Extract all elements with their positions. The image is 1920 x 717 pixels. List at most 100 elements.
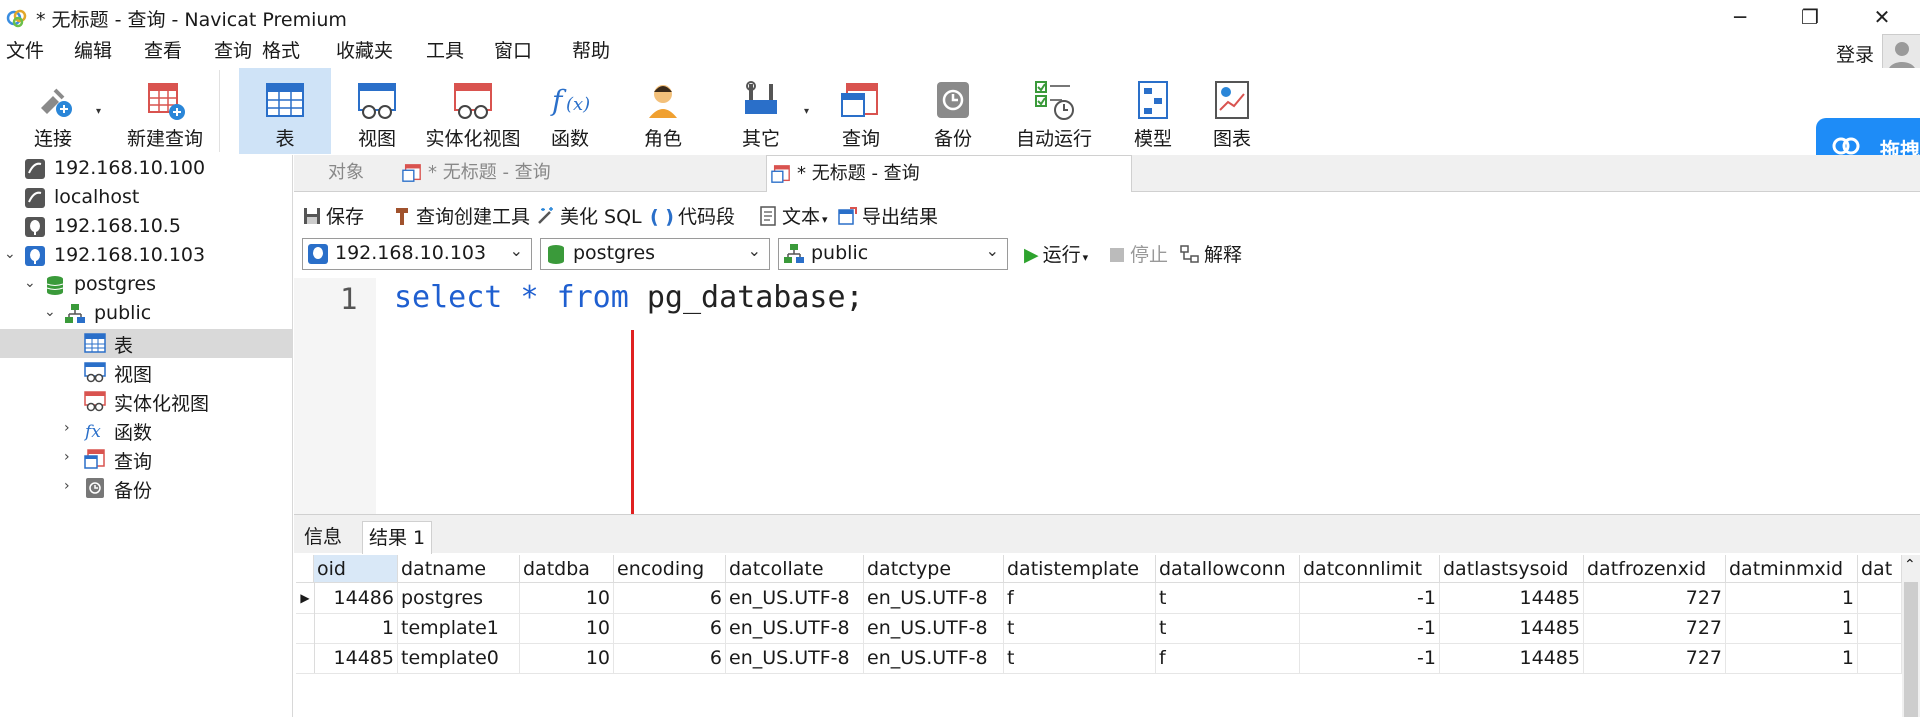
tab-result-1[interactable]: 结果 1 bbox=[362, 521, 433, 554]
column-header-datlastsysoid[interactable]: datlastsysoid bbox=[1440, 555, 1584, 583]
tree-node-connection-localhost[interactable]: localhost bbox=[0, 184, 292, 213]
tree-node-backups[interactable]: › 备份 bbox=[0, 474, 292, 503]
export-results-button[interactable]: 导出结果 bbox=[838, 202, 938, 229]
table-cell[interactable]: 10 bbox=[520, 583, 614, 613]
table-cell[interactable]: template1 bbox=[398, 613, 520, 643]
table-cell[interactable]: en_US.UTF-8 bbox=[864, 643, 1004, 673]
table-cell[interactable]: t bbox=[1004, 643, 1156, 673]
run-dropdown-caret-icon[interactable]: ▾ bbox=[1083, 251, 1089, 264]
table-cell[interactable]: 14485 bbox=[1440, 643, 1584, 673]
column-header-datname[interactable]: datname bbox=[398, 555, 520, 583]
tree-node-queries[interactable]: › 查询 bbox=[0, 445, 292, 474]
role-button[interactable]: 角色 bbox=[624, 68, 702, 154]
table-cell[interactable]: 14486 bbox=[314, 583, 398, 613]
tree-node-schema-public[interactable]: ⌄ public bbox=[0, 300, 292, 329]
view-button[interactable]: 视图 bbox=[340, 68, 414, 154]
table-button[interactable]: 表 bbox=[239, 68, 331, 154]
table-cell[interactable]: 1 bbox=[1726, 613, 1858, 643]
table-cell[interactable] bbox=[1858, 583, 1902, 613]
database-select[interactable]: postgres ⌄ bbox=[540, 238, 770, 270]
column-header-datctype[interactable]: datctype bbox=[864, 555, 1004, 583]
table-cell[interactable]: 727 bbox=[1584, 643, 1726, 673]
save-button[interactable]: 保存 bbox=[302, 202, 364, 229]
close-button[interactable]: ✕ bbox=[1852, 2, 1912, 32]
table-cell[interactable]: postgres bbox=[398, 583, 520, 613]
table-cell[interactable]: t bbox=[1004, 613, 1156, 643]
chevron-down-icon[interactable]: ⌄ bbox=[4, 246, 16, 262]
table-cell[interactable]: 14485 bbox=[1440, 613, 1584, 643]
new-query-button[interactable]: 新建查询 bbox=[110, 68, 220, 154]
query-button[interactable]: 查询 bbox=[820, 68, 902, 154]
table-cell[interactable]: 1 bbox=[314, 613, 398, 643]
table-cell[interactable]: en_US.UTF-8 bbox=[726, 613, 864, 643]
table-cell[interactable]: template0 bbox=[398, 643, 520, 673]
tab-objects[interactable]: 对象 bbox=[328, 155, 388, 191]
menu-edit[interactable]: 编辑 bbox=[74, 36, 112, 63]
beautify-sql-button[interactable]: 美化 SQL bbox=[536, 202, 642, 229]
column-header-datcollate[interactable]: datcollate bbox=[726, 555, 864, 583]
login-link[interactable]: 登录 bbox=[1836, 40, 1874, 67]
column-header-datfrozenxid[interactable]: datfrozenxid bbox=[1584, 555, 1726, 583]
table-cell[interactable]: f bbox=[1004, 583, 1156, 613]
grid-scrollbar-thumb[interactable] bbox=[1904, 582, 1918, 717]
table-cell[interactable]: 6 bbox=[614, 613, 726, 643]
other-dropdown-caret-icon[interactable]: ▾ bbox=[804, 106, 809, 117]
row-indicator[interactable] bbox=[296, 643, 315, 673]
table-cell[interactable]: 10 bbox=[520, 613, 614, 643]
chevron-right-icon[interactable]: › bbox=[64, 449, 70, 465]
menu-tools[interactable]: 工具 bbox=[426, 36, 464, 63]
tree-node-connection-5[interactable]: 192.168.10.5 bbox=[0, 213, 292, 242]
table-cell[interactable]: en_US.UTF-8 bbox=[864, 613, 1004, 643]
column-header-datallowconn[interactable]: datallowconn bbox=[1156, 555, 1300, 583]
schema-select[interactable]: public ⌄ bbox=[778, 238, 1008, 270]
table-cell[interactable]: t bbox=[1156, 613, 1300, 643]
menu-file[interactable]: 文件 bbox=[6, 36, 44, 63]
connect-button[interactable]: 连接 bbox=[14, 68, 92, 154]
column-header-datistemplate[interactable]: datistemplate bbox=[1004, 555, 1156, 583]
scroll-up-icon[interactable]: ⌃ bbox=[1904, 557, 1916, 573]
table-cell[interactable]: en_US.UTF-8 bbox=[726, 583, 864, 613]
table-cell[interactable]: 6 bbox=[614, 583, 726, 613]
table-cell[interactable]: -1 bbox=[1300, 583, 1440, 613]
chart-button[interactable]: 图表 bbox=[1192, 68, 1272, 154]
restore-button[interactable]: ❐ bbox=[1780, 2, 1840, 32]
table-cell[interactable]: 14485 bbox=[314, 643, 398, 673]
chevron-right-icon[interactable]: › bbox=[64, 420, 70, 436]
table-cell[interactable]: 727 bbox=[1584, 583, 1726, 613]
table-cell[interactable]: 14485 bbox=[1440, 583, 1584, 613]
menu-help[interactable]: 帮助 bbox=[572, 36, 610, 63]
column-header-datminmxid[interactable]: datminmxid bbox=[1726, 555, 1858, 583]
menu-query[interactable]: 查询 bbox=[214, 36, 252, 63]
text-button[interactable]: 文本 ▾ bbox=[758, 202, 828, 229]
table-cell[interactable] bbox=[1858, 643, 1902, 673]
connection-select[interactable]: 192.168.10.103 ⌄ bbox=[302, 238, 532, 270]
row-indicator[interactable]: ▶ bbox=[296, 583, 315, 613]
tab-info[interactable]: 信息 bbox=[298, 521, 348, 553]
chevron-down-icon[interactable]: ⌄ bbox=[24, 275, 36, 291]
column-header-datdba[interactable]: datdba bbox=[520, 555, 614, 583]
table-cell[interactable]: 727 bbox=[1584, 613, 1726, 643]
menu-window[interactable]: 窗口 bbox=[494, 36, 532, 63]
backup-button[interactable]: 备份 bbox=[912, 68, 994, 154]
column-header-dat[interactable]: dat bbox=[1858, 555, 1902, 583]
table-cell[interactable]: 1 bbox=[1726, 583, 1858, 613]
menu-format[interactable]: 格式 bbox=[262, 36, 300, 63]
tree-node-database-postgres[interactable]: ⌄ postgres bbox=[0, 271, 292, 300]
function-button[interactable]: f (x) 函数 bbox=[532, 68, 608, 154]
other-button[interactable]: 其它 bbox=[718, 68, 804, 154]
stop-button[interactable]: 停止 bbox=[1110, 240, 1168, 267]
table-cell[interactable]: 6 bbox=[614, 643, 726, 673]
tree-node-connection-100[interactable]: 192.168.10.100 bbox=[0, 155, 292, 184]
chevron-right-icon[interactable]: › bbox=[64, 478, 70, 494]
menu-favorites[interactable]: 收藏夹 bbox=[336, 36, 393, 63]
query-builder-button[interactable]: 查询创建工具 bbox=[392, 202, 530, 229]
table-cell[interactable]: -1 bbox=[1300, 613, 1440, 643]
connect-dropdown-caret-icon[interactable]: ▾ bbox=[96, 106, 101, 117]
tree-node-materialized-views[interactable]: 实体化视图 bbox=[0, 387, 292, 416]
code-snippet-button[interactable]: ( ) 代码段 bbox=[650, 202, 735, 229]
table-cell[interactable]: t bbox=[1156, 583, 1300, 613]
run-button[interactable]: ▶ 运行 ▾ bbox=[1024, 240, 1088, 267]
table-cell[interactable]: f bbox=[1156, 643, 1300, 673]
table-cell[interactable]: en_US.UTF-8 bbox=[864, 583, 1004, 613]
tab-untitled-query-2[interactable]: * 无标题 - 查询 bbox=[766, 155, 1132, 192]
